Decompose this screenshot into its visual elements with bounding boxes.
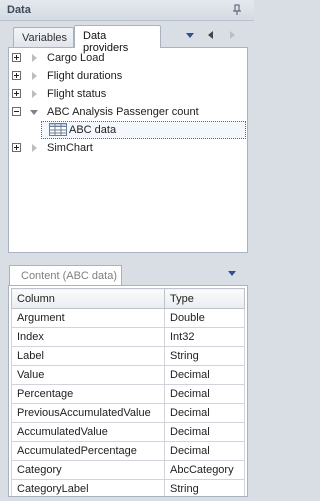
cell-column: AccumulatedValue [11, 422, 165, 442]
tab-content-label: Content (ABC data) [21, 270, 117, 282]
panel-splitter[interactable] [0, 253, 254, 260]
content-table-panel: Column Type Argument Double Index Int32 La… [8, 285, 248, 497]
cell-column: Percentage [11, 384, 165, 404]
expand-plus-icon[interactable] [12, 89, 21, 98]
panel-titlebar: Data [0, 0, 254, 21]
cell-column: CategoryLabel [11, 479, 165, 496]
tree-item-abc-analysis[interactable]: ABC Analysis Passenger count [9, 104, 247, 122]
table-row[interactable]: Category AbcCategory [11, 460, 245, 480]
chevron-right-icon [32, 54, 37, 62]
content-dropdown-icon[interactable] [226, 268, 238, 278]
chevron-right-icon [32, 144, 37, 152]
table-row[interactable]: Index Int32 [11, 327, 245, 347]
scroll-left-icon[interactable] [205, 30, 217, 40]
cell-column: PreviousAccumulatedValue [11, 403, 165, 423]
tree-item-label: ABC data [69, 124, 117, 136]
chevron-down-icon [30, 110, 38, 115]
tree-item-flight-status[interactable]: Flight status [9, 86, 247, 104]
cell-column: Argument [11, 308, 165, 328]
table-row[interactable]: Percentage Decimal [11, 384, 245, 404]
tree-item-flight-durations[interactable]: Flight durations [9, 68, 247, 86]
cell-type: Decimal [164, 384, 245, 404]
cell-column: Index [11, 327, 165, 347]
table-row[interactable]: AccumulatedValue Decimal [11, 422, 245, 442]
table-row[interactable]: Argument Double [11, 308, 245, 328]
collapse-minus-icon[interactable] [12, 107, 21, 116]
expand-plus-icon[interactable] [12, 143, 21, 152]
panel-title: Data [7, 4, 31, 16]
tree-item-label: Flight durations [47, 70, 123, 82]
tree-item-label: SimChart [47, 142, 93, 154]
cell-column: AccumulatedPercentage [11, 441, 165, 461]
table-row[interactable]: Value Decimal [11, 365, 245, 385]
cell-type: Decimal [164, 441, 245, 461]
cell-type: String [164, 346, 245, 366]
cell-column: Category [11, 460, 165, 480]
scroll-right-icon[interactable] [226, 30, 238, 40]
tree-item-simchart[interactable]: SimChart [9, 140, 247, 158]
table-row[interactable]: AccumulatedPercentage Decimal [11, 441, 245, 461]
column-header-column[interactable]: Column [11, 288, 165, 309]
tab-variables-label: Variables [22, 32, 68, 44]
tab-list-dropdown-icon[interactable] [184, 30, 196, 40]
table-row[interactable]: Label String [11, 346, 245, 366]
content-tabs: Content (ABC data) [0, 261, 254, 286]
cell-column: Label [11, 346, 165, 366]
pin-icon[interactable] [230, 3, 244, 17]
expand-plus-icon[interactable] [12, 53, 21, 62]
tab-data-providers-label: Data providers [83, 30, 129, 54]
cell-type: Double [164, 308, 245, 328]
table-row[interactable]: CategoryLabel String [11, 479, 245, 496]
column-header-type[interactable]: Type [164, 288, 245, 309]
tab-data-providers[interactable]: Data providers [74, 25, 161, 54]
cell-type: Decimal [164, 422, 245, 442]
cell-type: Decimal [164, 365, 245, 385]
data-providers-tree: Cargo Load Flight durations Flight statu… [8, 47, 248, 253]
provider-tabs: Variables Data providers [0, 22, 254, 54]
cell-column: Value [11, 365, 165, 385]
tree-item-label: Flight status [47, 88, 107, 100]
tab-variables[interactable]: Variables [13, 27, 74, 47]
content-table: Column Type Argument Double Index Int32 La… [11, 288, 245, 496]
tab-content[interactable]: Content (ABC data) [9, 265, 122, 286]
cell-type: Decimal [164, 403, 245, 423]
tree-item-label: ABC Analysis Passenger count [47, 106, 199, 118]
chevron-right-icon [32, 90, 37, 98]
table-header-row: Column Type [11, 288, 245, 309]
cell-type: AbcCategory [164, 460, 245, 480]
expand-plus-icon[interactable] [12, 71, 21, 80]
chevron-right-icon [32, 72, 37, 80]
cell-type: String [164, 479, 245, 496]
table-row[interactable]: PreviousAccumulatedValue Decimal [11, 403, 245, 423]
cell-type: Int32 [164, 327, 245, 347]
table-grid-icon [49, 123, 67, 136]
